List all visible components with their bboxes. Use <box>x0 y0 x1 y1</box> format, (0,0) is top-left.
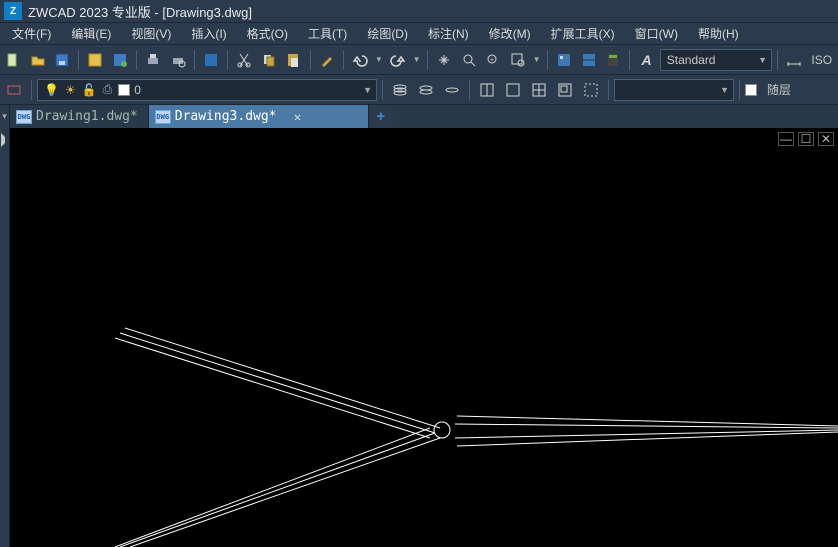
tab-drawing1[interactable]: DWG Drawing1.dwg* <box>10 105 149 128</box>
viewport-4-button[interactable] <box>553 78 577 102</box>
undo-dropdown[interactable]: ▼ <box>373 48 384 72</box>
match-prop-button[interactable] <box>315 48 337 72</box>
separator <box>547 50 548 70</box>
cut-button[interactable] <box>233 48 255 72</box>
bylayer-label: 随层 <box>763 81 795 98</box>
viewport-5-button[interactable] <box>579 78 603 102</box>
separator <box>310 50 311 70</box>
tab-label: Drawing3.dwg* <box>175 109 277 124</box>
viewport-scale-dropdown[interactable]: ▼ <box>614 79 734 101</box>
toolbar-layer: 💡 ☀ 🔓 ⎙ 0 ▼ ▼ 随层 <box>0 74 838 104</box>
dwg-icon: DWG <box>155 110 171 124</box>
window-title: ZWCAD 2023 专业版 - [Drawing3.dwg] <box>28 2 252 21</box>
drawing-content <box>10 128 838 547</box>
separator <box>629 50 630 70</box>
plot-button[interactable] <box>200 48 222 72</box>
tabs-bar: ▾ DWG Drawing1.dwg* DWG Drawing3.dwg* ✕ … <box>0 104 838 128</box>
chevron-down-icon: ▼ <box>758 55 767 65</box>
lightbulb-icon: 💡 <box>44 83 59 97</box>
separator <box>777 50 778 70</box>
layer-name: 0 <box>134 83 141 97</box>
tool-palettes-button[interactable] <box>578 48 600 72</box>
layer-prev-button[interactable] <box>440 78 464 102</box>
text-style-value: Standard <box>667 53 716 67</box>
redo-button[interactable] <box>387 48 409 72</box>
separator <box>227 50 228 70</box>
viewport-2-button[interactable] <box>501 78 525 102</box>
zoom-dropdown[interactable]: ▼ <box>531 48 542 72</box>
drawing-canvas[interactable]: — ☐ ✕ <box>0 128 838 547</box>
separator <box>382 80 383 100</box>
menu-edit[interactable]: 编辑(E) <box>61 23 121 44</box>
canvas-sidebar-toggle[interactable] <box>0 128 10 547</box>
svg-text:+: + <box>490 57 494 64</box>
tab-drawing3[interactable]: DWG Drawing3.dwg* ✕ <box>149 105 369 128</box>
save-button[interactable] <box>51 48 73 72</box>
calc-button[interactable] <box>602 48 624 72</box>
titlebar: Z ZWCAD 2023 专业版 - [Drawing3.dwg] <box>0 0 838 22</box>
dwg-icon: DWG <box>16 110 32 124</box>
dimstyle-button[interactable] <box>783 48 805 72</box>
layer-unsaved-button[interactable] <box>2 78 26 102</box>
separator <box>739 80 740 100</box>
layer-dropdown[interactable]: 💡 ☀ 🔓 ⎙ 0 ▼ <box>37 79 377 101</box>
menu-ext[interactable]: 扩展工具(X) <box>541 23 625 44</box>
open-file-button[interactable] <box>26 48 48 72</box>
iso-label: ISO <box>807 53 836 67</box>
color-swatch <box>745 84 757 96</box>
zoom-extents-button[interactable]: + <box>482 48 504 72</box>
menu-help[interactable]: 帮助(H) <box>688 23 749 44</box>
menu-view[interactable]: 视图(V) <box>121 23 181 44</box>
menu-format[interactable]: 格式(O) <box>237 23 298 44</box>
menubar: 文件(F) 编辑(E) 视图(V) 插入(I) 格式(O) 工具(T) 绘图(D… <box>0 22 838 44</box>
separator <box>343 50 344 70</box>
pan-button[interactable] <box>433 48 455 72</box>
tabs-scroll-left[interactable]: ▾ <box>0 105 10 128</box>
menu-draw[interactable]: 绘图(D) <box>357 23 418 44</box>
app-logo: Z <box>4 2 22 20</box>
layer-states-button[interactable] <box>414 78 438 102</box>
text-style-button[interactable]: A <box>635 48 657 72</box>
separator <box>194 50 195 70</box>
zoom-realtime-button[interactable] <box>458 48 480 72</box>
viewport-1-button[interactable] <box>475 78 499 102</box>
menu-window[interactable]: 窗口(W) <box>625 23 688 44</box>
paste-button[interactable] <box>282 48 304 72</box>
separator <box>469 80 470 100</box>
redo-dropdown[interactable]: ▼ <box>411 48 422 72</box>
separator <box>136 50 137 70</box>
chevron-down-icon: ▼ <box>363 85 372 95</box>
layer-color-swatch <box>118 84 130 96</box>
sun-icon: ☀ <box>65 83 76 97</box>
properties-button[interactable] <box>553 48 575 72</box>
menu-file[interactable]: 文件(F) <box>2 23 61 44</box>
separator <box>608 80 609 100</box>
save-extra-button[interactable] <box>109 48 131 72</box>
zoom-window-button[interactable] <box>506 48 528 72</box>
save-as-button[interactable] <box>84 48 106 72</box>
menu-dim[interactable]: 标注(N) <box>418 23 479 44</box>
menu-tools[interactable]: 工具(T) <box>298 23 357 44</box>
separator <box>427 50 428 70</box>
layer-mgr-button[interactable] <box>388 78 412 102</box>
lock-icon: 🔓 <box>82 83 97 97</box>
text-style-dropdown[interactable]: Standard ▼ <box>660 49 772 71</box>
menu-modify[interactable]: 修改(M) <box>479 23 541 44</box>
separator <box>78 50 79 70</box>
print-preview-button[interactable] <box>166 48 188 72</box>
new-file-button[interactable] <box>2 48 24 72</box>
viewport-3-button[interactable] <box>527 78 551 102</box>
print-layer-icon: ⎙ <box>103 82 113 97</box>
undo-button[interactable] <box>349 48 371 72</box>
toolbar-main: ▼ ▼ + ▼ A Standard ▼ ISO <box>0 44 838 74</box>
tab-add-button[interactable]: + <box>369 105 393 128</box>
tab-close-button[interactable]: ✕ <box>291 110 305 124</box>
chevron-down-icon: ▼ <box>720 85 729 95</box>
tab-label: Drawing1.dwg* <box>36 109 138 124</box>
separator <box>31 80 32 100</box>
menu-insert[interactable]: 插入(I) <box>181 23 236 44</box>
print-button[interactable] <box>142 48 164 72</box>
copy-button[interactable] <box>258 48 280 72</box>
